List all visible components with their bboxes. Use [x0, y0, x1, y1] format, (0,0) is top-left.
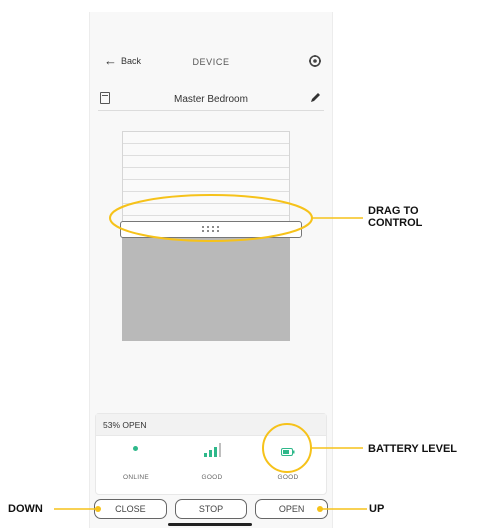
device-screen: ← Back DEVICE Master Bedroom 53% OPEN ON… [89, 12, 333, 528]
signal-label: GOOD [201, 474, 223, 481]
online-status: ONLINE [100, 436, 172, 494]
down-callout: DOWN [8, 503, 43, 515]
close-button[interactable]: CLOSE [94, 499, 167, 519]
device-name: Master Bedroom [174, 94, 248, 105]
battery-label: GOOD [277, 474, 299, 481]
grip-dots-icon [202, 226, 220, 232]
edit-pencil-icon[interactable] [308, 91, 322, 105]
home-indicator [168, 523, 252, 526]
shade-drag-handle[interactable] [120, 221, 302, 238]
status-header: 53% OPEN [96, 414, 326, 436]
open-percentage-text: 53% OPEN [103, 420, 147, 430]
drag-callout-line2: CONTROL [368, 217, 423, 229]
battery-icon [281, 448, 295, 456]
stop-button[interactable]: STOP [174, 499, 248, 519]
drag-callout-line1: DRAG TO [368, 205, 419, 217]
online-label: ONLINE [122, 474, 149, 481]
device-name-bar: Master Bedroom [98, 90, 324, 111]
settings-icon[interactable] [308, 54, 322, 68]
shade-fabric [122, 131, 290, 225]
online-dot-icon [133, 446, 138, 451]
open-button[interactable]: OPEN [255, 499, 329, 519]
battery-status: GOOD [252, 436, 324, 494]
top-header: ← Back DEVICE [90, 52, 332, 76]
up-callout: UP [369, 503, 385, 515]
control-buttons: CLOSE STOP OPEN [94, 499, 329, 521]
signal-status: GOOD [176, 436, 248, 494]
battery-level-callout: BATTERY LEVEL [368, 443, 458, 455]
signal-bars-icon [204, 443, 221, 457]
drag-to-control-callout: DRAG TO CONTROL [368, 205, 422, 229]
page-title: DEVICE [192, 57, 230, 67]
status-card: 53% OPEN ONLINE GOOD GOOD [95, 413, 327, 495]
